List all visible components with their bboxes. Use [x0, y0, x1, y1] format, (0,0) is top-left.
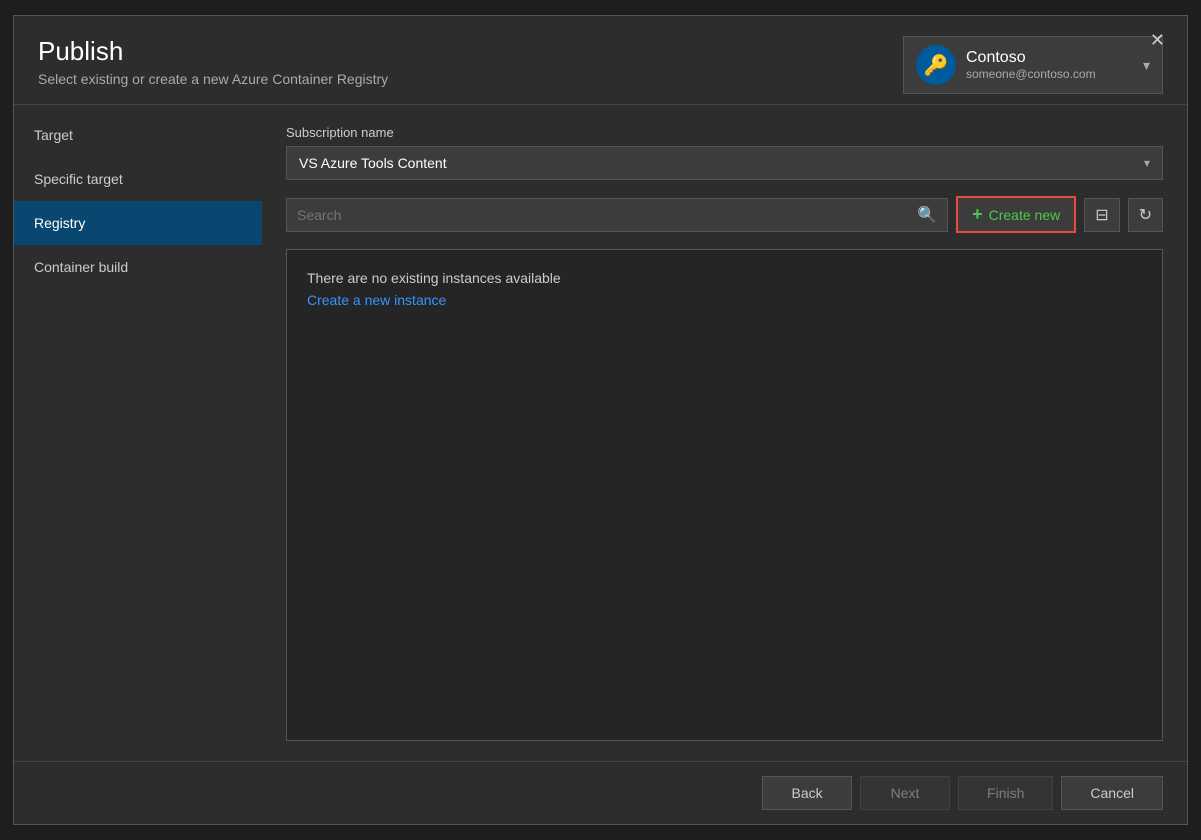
publish-dialog: Publish Select existing or create a new …	[13, 15, 1188, 825]
search-icon: 🔍	[917, 205, 937, 225]
main-panel: Subscription name VS Azure Tools Content…	[262, 105, 1187, 761]
subscription-dropdown[interactable]: VS Azure Tools Content ▾	[286, 146, 1163, 180]
subscription-label: Subscription name	[286, 125, 1163, 140]
sidebar-item-container-build[interactable]: Container build	[14, 245, 262, 289]
create-new-label: Create new	[989, 207, 1061, 223]
back-button[interactable]: Back	[762, 776, 852, 810]
title-bar: Publish Select existing or create a new …	[14, 16, 1187, 104]
account-info: Contoso someone@contoso.com	[966, 49, 1133, 81]
dialog-title: Publish	[38, 36, 388, 67]
search-and-actions: 🔍 + Create new ⊟ ↻	[286, 196, 1163, 233]
finish-button[interactable]: Finish	[958, 776, 1053, 810]
chevron-down-icon: ▾	[1144, 156, 1150, 170]
subscription-section: Subscription name VS Azure Tools Content…	[286, 125, 1163, 180]
account-name: Contoso	[966, 49, 1133, 67]
sidebar: Target Specific target Registry Containe…	[14, 105, 262, 761]
account-icon: 🔑	[916, 45, 956, 85]
create-new-button[interactable]: + Create new	[956, 196, 1076, 233]
no-instances-message: There are no existing instances availabl…	[307, 270, 1142, 286]
refresh-icon: ↻	[1139, 207, 1152, 224]
create-new-instance-link[interactable]: Create a new instance	[307, 292, 1142, 308]
content-area: Target Specific target Registry Containe…	[14, 105, 1187, 761]
sidebar-item-registry[interactable]: Registry	[14, 201, 262, 245]
cancel-button[interactable]: Cancel	[1061, 776, 1163, 810]
account-badge[interactable]: 🔑 Contoso someone@contoso.com ▾	[903, 36, 1163, 94]
subscription-value: VS Azure Tools Content	[299, 155, 447, 171]
next-button[interactable]: Next	[860, 776, 950, 810]
chevron-down-icon: ▾	[1143, 57, 1150, 74]
account-email: someone@contoso.com	[966, 67, 1133, 81]
dialog-subtitle: Select existing or create a new Azure Co…	[38, 71, 388, 87]
search-box[interactable]: 🔍	[286, 198, 948, 232]
search-input[interactable]	[297, 207, 909, 223]
plus-icon: +	[972, 204, 983, 225]
sidebar-item-specific-target[interactable]: Specific target	[14, 157, 262, 201]
footer: Back Next Finish Cancel	[14, 761, 1187, 824]
close-button[interactable]: ✕	[1142, 26, 1173, 55]
sort-icon: ⊟	[1095, 207, 1108, 224]
refresh-button[interactable]: ↻	[1128, 198, 1163, 232]
instances-panel: There are no existing instances availabl…	[286, 249, 1163, 741]
title-section: Publish Select existing or create a new …	[38, 36, 388, 87]
sidebar-item-target[interactable]: Target	[14, 113, 262, 157]
sort-button[interactable]: ⊟	[1084, 198, 1119, 232]
